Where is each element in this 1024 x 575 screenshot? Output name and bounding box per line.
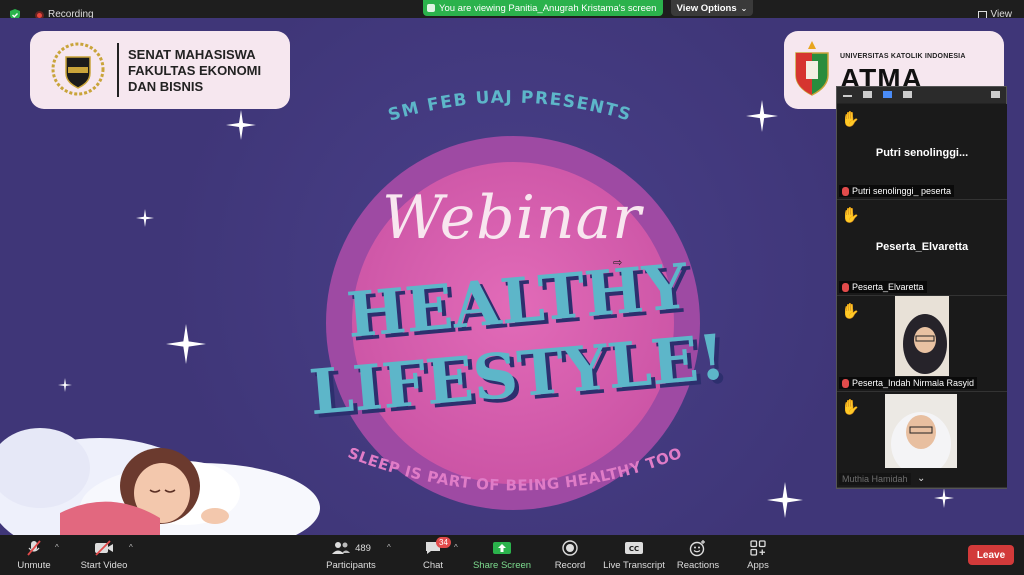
mic-muted-icon [27,540,41,556]
sparkle-icon [226,110,256,140]
viewing-screen-banner: You are viewing Panitia_Anugrah Kristama… [423,0,663,16]
exit-full-screen-icon[interactable] [991,91,1000,98]
participants-label: Participants [326,560,376,571]
sparkle-icon [58,378,72,392]
record-button[interactable]: Record [552,539,588,573]
org-line-1: SENAT MAHASISWA [128,47,256,62]
closed-captions-icon: CC [625,542,643,554]
chevron-down-icon: ⌄ [740,3,748,13]
start-video-label: Start Video [80,560,128,571]
participant-tile[interactable]: ✋ Putri senolinggi... Putri senolinggi_ … [837,104,1007,200]
main-title: HEALTHY HEALTHY LIFESTYLE! LIFESTYLE! [307,250,733,430]
org-name: SENAT MAHASISWA FAKULTAS EKONOMI DAN BIS… [128,47,261,95]
screen-share-icon [427,4,435,12]
video-off-icon [95,540,113,556]
minimize-icon[interactable] [843,95,852,97]
participant-name-tag: Putri senolinggi_ peserta [839,185,955,197]
org-card: SENAT MAHASISWA FAKULTAS EKONOMI DAN BIS… [30,31,290,109]
view-options-button[interactable]: View Options ⌄ [671,0,753,16]
viewing-banner-text: You are viewing Panitia_Anugrah Kristama… [439,2,657,14]
record-icon [562,540,578,556]
raised-hand-icon: ✋ [841,399,860,416]
share-screen-button[interactable]: Share Screen [472,539,532,573]
participants-count: 489 [355,542,371,554]
participant-name-tag: Muthia Hamidah [839,473,911,485]
participants-icon [332,542,351,554]
raised-hand-icon: ✋ [841,207,860,224]
participant-name: Peserta_Elvaretta [852,282,924,292]
sparkle-icon [767,482,803,518]
university-subtitle: UNIVERSITAS KATOLIK INDONESIA [840,53,966,60]
participant-tile[interactable]: ✋ Peserta_Indah Nirmala Rasyid [837,296,1007,392]
tagline: SLEEP IS PART OF BEING HEALTHY TOO [345,448,684,495]
participant-video [885,394,957,468]
chat-chevron-icon[interactable]: ^ [454,543,458,552]
sparkle-icon [934,488,954,508]
unmute-button[interactable]: Unmute [14,539,54,573]
org-line-3: DAN BISNIS [128,79,204,94]
tagline-text: SLEEP IS PART OF BEING HEALTHY TOO [345,448,684,495]
sleeping-girl-illustration [0,428,320,535]
participant-gallery: ✋ Putri senolinggi... Putri senolinggi_ … [836,86,1007,489]
gallery-header [837,87,1006,103]
chat-label: Chat [422,560,444,571]
sparkle-icon [746,100,778,132]
participant-name: Peserta_Indah Nirmala Rasyid [852,378,975,388]
participant-video [895,296,949,376]
mic-muted-icon [842,282,849,292]
share-screen-icon [493,542,511,554]
presents-text: SM FEB UAJ PRESENTS [386,87,633,125]
participant-display-name: Putri senolinggi... [875,147,969,159]
participant-name-tag: Peserta_Indah Nirmala Rasyid [839,377,978,389]
participant-tile[interactable]: ✋ Peserta_Elvaretta Peserta_Elvaretta [837,200,1007,296]
participant-display-name: Peserta_Elvaretta [875,241,969,253]
participant-name: Putri senolinggi_ peserta [852,186,952,196]
org-line-2: FAKULTAS EKONOMI [128,63,262,78]
unmute-label: Unmute [17,560,51,571]
live-transcript-button[interactable]: CC Live Transcript [603,539,665,573]
meeting-toolbar: Unmute ^ Start Video ^ 489 Participants … [0,535,1024,575]
raised-hand-icon: ✋ [841,303,860,320]
mic-muted-icon [842,186,849,196]
reactions-button[interactable]: Reactions [676,539,720,573]
audio-options-chevron-icon[interactable]: ^ [55,543,59,552]
live-transcript-label: Live Transcript [603,560,665,571]
video-options-chevron-icon[interactable]: ^ [129,543,133,552]
chevron-down-icon[interactable]: ⌄ [917,473,925,484]
apps-button[interactable]: Apps [744,539,772,573]
sparkle-icon [136,209,154,227]
org-divider [117,43,119,97]
leave-button[interactable]: Leave [968,545,1014,565]
speaker-view-icon[interactable] [883,91,892,98]
svg-text:CC: CC [629,545,639,553]
participants-button[interactable]: 489 Participants [326,539,376,573]
participant-photo [895,296,949,376]
reactions-emoji-icon [689,540,705,557]
participant-photo [885,394,957,468]
raised-hand-icon: ✋ [841,111,860,128]
sparkle-icon [166,324,206,364]
chat-unread-badge: 34 [436,537,451,548]
view-options-label: View Options [676,2,737,14]
record-label: Record [554,560,586,571]
thumbnail-view-icon[interactable] [863,91,872,98]
svg-text:SLEEP IS PART OF BEING HEALTH: SLEEP IS PART OF BEING HEALTHY TOO [345,448,684,495]
senat-logo-icon [51,42,105,96]
apps-label: Apps [747,560,769,571]
remote-cursor-icon: ⇨ [613,257,623,269]
start-video-button[interactable]: Start Video [80,539,128,573]
svg-text:SM FEB UAJ PRESENTS: SM FEB UAJ PRESENTS [386,87,634,125]
mic-muted-icon [842,378,849,388]
participant-name: Muthia Hamidah [842,474,908,484]
university-logo-icon [795,41,829,96]
participant-name-tag: Peserta_Elvaretta [839,281,927,293]
reactions-label: Reactions [676,560,720,571]
chat-button[interactable]: 34 Chat [418,537,451,573]
share-screen-label: Share Screen [472,560,532,571]
presents-heading: SM FEB UAJ PRESENTS [386,87,634,125]
grid-view-icon[interactable] [903,91,912,98]
participants-chevron-icon[interactable]: ^ [387,543,391,552]
apps-icon [750,540,766,556]
